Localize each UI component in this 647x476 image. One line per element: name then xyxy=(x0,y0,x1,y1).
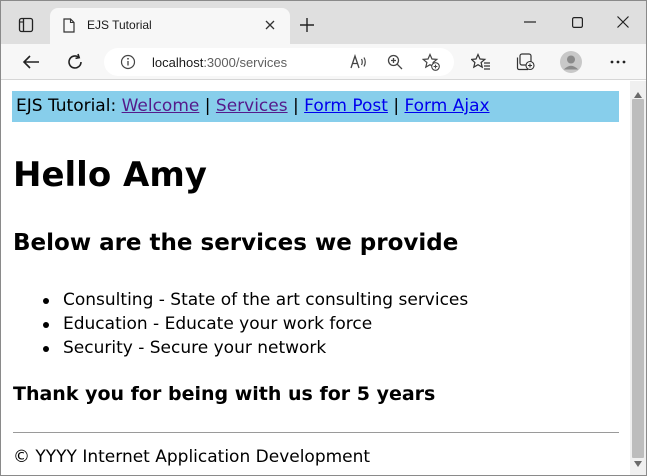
nav-link-services[interactable]: Services xyxy=(216,96,288,116)
maximize-icon[interactable] xyxy=(564,11,590,33)
new-tab-icon[interactable] xyxy=(297,15,317,35)
minimize-icon[interactable] xyxy=(517,11,543,33)
browser-window: EJS Tutorial localhost:3000/services EJS… xyxy=(0,0,647,476)
nav-bar: EJS Tutorial: Welcome | Services | Form … xyxy=(12,91,619,122)
nav-link-form-ajax[interactable]: Form Ajax xyxy=(404,96,489,116)
nav-prefix: EJS Tutorial: xyxy=(16,96,117,116)
scroll-thumb[interactable] xyxy=(632,99,644,458)
list-item: Education - Educate your work force xyxy=(43,312,468,336)
tab-actions-icon[interactable] xyxy=(10,11,42,39)
thanks-message: Thank you for being with us for 5 years xyxy=(13,383,436,405)
footer-divider xyxy=(13,432,619,433)
refresh-icon[interactable] xyxy=(61,49,89,75)
tab-bar: EJS Tutorial xyxy=(1,1,646,44)
nav-separator: | xyxy=(204,96,211,116)
zoom-icon[interactable] xyxy=(385,53,405,71)
nav-link-welcome[interactable]: Welcome xyxy=(122,96,200,116)
profile-avatar-icon[interactable] xyxy=(557,49,585,75)
close-window-icon[interactable] xyxy=(610,11,636,33)
close-tab-icon[interactable] xyxy=(262,17,278,33)
list-item: Consulting - State of the art consulting… xyxy=(43,288,468,312)
more-menu-icon[interactable] xyxy=(604,49,632,75)
url-text: localhost:3000/services xyxy=(152,55,287,70)
vertical-scrollbar[interactable] xyxy=(630,81,646,475)
list-item: Security - Secure your network xyxy=(43,336,468,360)
url-path: :3000/services xyxy=(203,55,288,70)
nav-separator: | xyxy=(393,96,400,116)
active-tab[interactable]: EJS Tutorial xyxy=(50,8,290,44)
nav-separator: | xyxy=(293,96,299,116)
services-list: Consulting - State of the art consulting… xyxy=(43,288,468,360)
url-host: localhost xyxy=(152,55,204,70)
site-info-icon[interactable] xyxy=(120,54,136,75)
favorites-icon[interactable] xyxy=(467,49,495,75)
read-aloud-icon[interactable] xyxy=(349,53,369,71)
tab-title: EJS Tutorial xyxy=(87,18,152,32)
scroll-down-icon[interactable] xyxy=(634,454,642,472)
collections-icon[interactable] xyxy=(512,49,540,75)
services-heading: Below are the services we provide xyxy=(13,230,459,256)
back-icon[interactable] xyxy=(17,49,45,75)
footer-text: © YYYY Internet Application Development xyxy=(13,447,371,467)
browser-toolbar: localhost:3000/services xyxy=(1,44,646,80)
nav-link-form-post[interactable]: Form Post xyxy=(304,96,388,116)
greeting-heading: Hello Amy xyxy=(13,155,207,195)
page-favicon-icon xyxy=(63,18,75,38)
add-favorite-icon[interactable] xyxy=(421,53,441,71)
page-viewport: EJS Tutorial: Welcome | Services | Form … xyxy=(1,81,630,475)
